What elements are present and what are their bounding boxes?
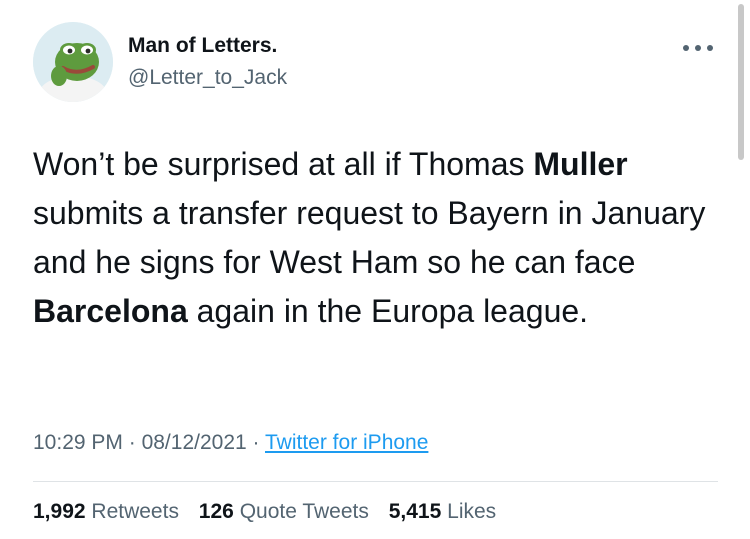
more-options-icon[interactable] bbox=[680, 38, 716, 58]
scrollbar[interactable] bbox=[738, 4, 744, 160]
tweet-date[interactable]: 08/12/2021 bbox=[142, 431, 247, 454]
tweet-time[interactable]: 10:29 PM bbox=[33, 431, 123, 454]
tweet-text-bold: Barcelona bbox=[33, 293, 188, 329]
likes-label: Likes bbox=[447, 500, 497, 523]
quote-tweets-count: 126 bbox=[198, 500, 234, 523]
tweet-text-bold: Muller bbox=[533, 146, 628, 182]
meta-separator: · bbox=[252, 431, 260, 454]
retweets-label: Retweets bbox=[91, 500, 179, 523]
engagement-stats: 1,992 Retweets 126 Quote Tweets 5,415 Li… bbox=[33, 500, 510, 524]
tweet-meta: 10:29 PM · 08/12/2021 · Twitter for iPho… bbox=[33, 431, 428, 455]
display-name[interactable]: Man of Letters. bbox=[128, 34, 277, 58]
frog-avatar-icon bbox=[33, 22, 113, 102]
avatar[interactable] bbox=[33, 22, 113, 102]
quote-tweets-stat[interactable]: 126 Quote Tweets bbox=[199, 500, 369, 523]
retweets-count: 1,992 bbox=[33, 500, 86, 523]
quote-tweets-label: Quote Tweets bbox=[239, 500, 369, 523]
retweets-stat[interactable]: 1,992 Retweets bbox=[33, 500, 179, 523]
source-link[interactable]: Twitter for iPhone bbox=[265, 431, 428, 454]
tweet-text: Won’t be surprised at all if Thomas Mull… bbox=[33, 140, 723, 336]
likes-stat[interactable]: 5,415 Likes bbox=[389, 500, 496, 523]
tweet-text-segment: submits a transfer request to Bayern in … bbox=[33, 195, 706, 280]
meta-separator: · bbox=[128, 431, 136, 454]
tweet-card: Man of Letters. @Letter_to_Jack Won’t be… bbox=[0, 0, 750, 539]
user-handle[interactable]: @Letter_to_Jack bbox=[128, 66, 287, 90]
likes-count: 5,415 bbox=[388, 500, 442, 523]
tweet-text-segment: Won’t be surprised at all if Thomas bbox=[33, 146, 534, 182]
divider bbox=[33, 481, 718, 482]
tweet-text-segment: again in the Europa league. bbox=[187, 293, 589, 329]
